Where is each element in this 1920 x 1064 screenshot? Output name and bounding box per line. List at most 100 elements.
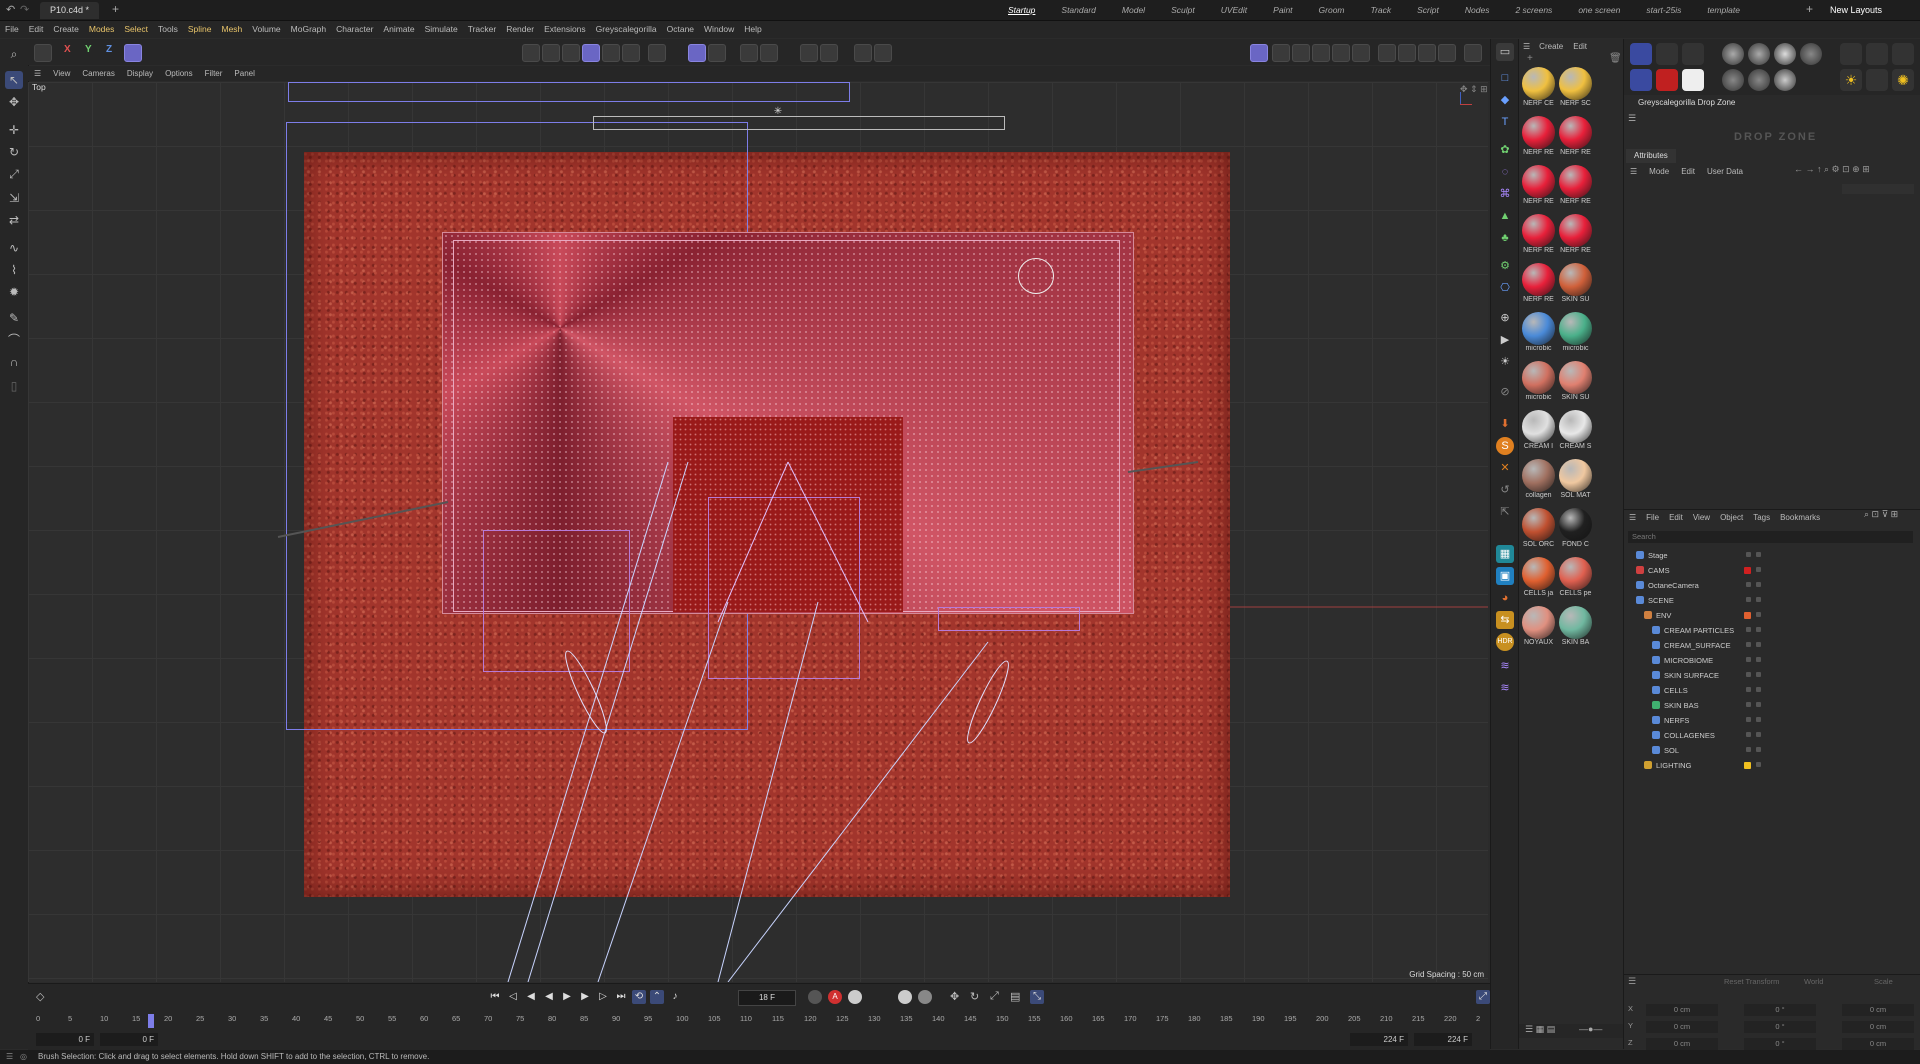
live-select-icon[interactable]: ✥ [5,93,23,111]
move-icon[interactable]: ✛ [5,121,23,139]
material-swatch[interactable]: NERF SC [1558,67,1593,114]
octane-render-icon[interactable] [1398,44,1416,62]
octane-settings-icon[interactable] [1438,44,1456,62]
layout-tab-one-screen[interactable]: one screen [1565,0,1633,20]
layout-tab-paint[interactable]: Paint [1260,0,1305,20]
visibility-dot[interactable] [1756,552,1761,557]
visibility-dot[interactable] [1756,567,1761,572]
knife-icon[interactable]: ⌇ [5,261,23,279]
gsg-checker-icon[interactable] [1682,69,1704,91]
object-row[interactable]: MICROBIOME [1624,654,1920,667]
prev-frame-icon[interactable]: ◀ [524,990,538,1004]
viewport-menu-options[interactable]: Options [159,69,199,78]
material-swatch[interactable]: NERF RE [1521,165,1556,212]
texture-mode-icon[interactable] [602,44,620,62]
axis-x-toggle[interactable]: X [64,44,71,55]
coordinate-size-field[interactable]: 0 cm [1842,1021,1914,1033]
material-swatch[interactable]: NERF RE [1558,214,1593,261]
material-swatch[interactable]: SOL MAT [1558,459,1593,506]
attributes-menu-user-data[interactable]: User Data [1701,167,1749,176]
layout-tab-sculpt[interactable]: Sculpt [1158,0,1208,20]
deformer-icon[interactable]: ▲ [1496,207,1514,225]
menu-modes[interactable]: Modes [84,21,120,38]
sound-icon[interactable]: ♪ [668,990,682,1004]
menu-mograph[interactable]: MoGraph [286,21,331,38]
position-key-icon[interactable]: ✥ [950,990,959,1003]
menu-extensions[interactable]: Extensions [539,21,591,38]
solo-icon[interactable] [648,44,666,62]
material-swatch[interactable]: CREAM I [1521,410,1556,457]
octane-scatter-icon[interactable] [1378,44,1396,62]
object-row[interactable]: NERFS [1624,714,1920,727]
gsg-light-3-icon[interactable] [1892,43,1914,65]
new-tab-icon[interactable]: + [112,2,119,16]
material-swatch[interactable]: SKIN SU [1558,361,1593,408]
material-swatch[interactable]: SKIN SU [1558,263,1593,310]
add-layout-icon[interactable]: + [1806,2,1813,16]
visibility-dot[interactable] [1756,687,1761,692]
gsg-sphere-5-icon[interactable] [1722,69,1744,91]
axis-z-toggle[interactable]: Z [106,44,112,55]
visibility-dot[interactable] [1756,747,1761,752]
brush-icon[interactable]: ✎ [5,309,23,327]
paint-icon[interactable]: ⌒ [5,331,23,349]
object-row[interactable]: Stage [1624,549,1920,562]
forester-icon[interactable]: ✕ [1496,459,1514,477]
gsg-sphere-3-icon[interactable] [1774,43,1796,65]
menu-volume[interactable]: Volume [247,21,285,38]
undo-icon[interactable]: ↶ [6,3,15,16]
visibility-dot[interactable] [1756,597,1761,602]
new-layouts-button[interactable]: New Layouts [1830,0,1882,20]
preview-start-field[interactable]: 0 F [100,1033,158,1046]
object-row[interactable]: LIGHTING [1624,759,1920,772]
visibility-dot[interactable] [1756,762,1761,767]
octane-help-icon[interactable] [1464,44,1482,62]
object-menu-file[interactable]: File [1641,513,1664,522]
motion-record-icon[interactable] [898,990,912,1004]
layout-tab-model[interactable]: Model [1109,0,1158,20]
model-mode-icon[interactable] [582,44,600,62]
coordinates-menu-icon[interactable]: ☰ [1628,976,1636,987]
visibility-dot[interactable] [1756,612,1761,617]
object-menu-tags[interactable]: Tags [1748,513,1775,522]
environment-icon[interactable]: ⊕ [1496,309,1514,327]
layout-grid-icon[interactable]: ▦ [1496,545,1514,563]
points-mode-icon[interactable] [522,44,540,62]
material-swatch[interactable]: SOL ORC [1521,508,1556,555]
end-frame-field[interactable]: 224 F [1414,1033,1472,1046]
coordinate-rot-field[interactable]: 0 ° [1744,1021,1816,1033]
start-frame-field[interactable]: 0 F [36,1033,94,1046]
octane-film-icon[interactable] [1418,44,1436,62]
menu-octane[interactable]: Octane [662,21,699,38]
hdr-icon[interactable]: HDR [1496,633,1514,651]
spline-icon[interactable]: ◌ [1496,163,1514,181]
gsg-studio-icon[interactable] [1866,69,1888,91]
coordinate-system-icon[interactable] [124,44,142,62]
redo-icon[interactable]: ↷ [20,3,29,16]
object-row[interactable]: CREAM PARTICLES [1624,624,1920,637]
menu-select[interactable]: Select [119,21,153,38]
material-swatch[interactable]: NERF RE [1521,263,1556,310]
layout-tab-groom[interactable]: Groom [1306,0,1358,20]
gsg-render-icon[interactable] [1656,69,1678,91]
select-tool-icon[interactable]: ↖ [5,71,23,89]
layout-tab-nodes[interactable]: Nodes [1452,0,1503,20]
menu-character[interactable]: Character [331,21,378,38]
lock-icon[interactable]: ▯ [5,377,23,395]
gsg-light-2-icon[interactable] [1866,43,1888,65]
field-icon[interactable]: ⎔ [1496,279,1514,297]
document-tab[interactable]: P10.c4d * [40,2,100,19]
object-menu-view[interactable]: View [1688,513,1715,522]
rotate-icon[interactable]: ↻ [5,143,23,161]
octane-live-icon[interactable] [1250,44,1268,62]
layout-tab-uvedit[interactable]: UVEdit [1208,0,1260,20]
material-swatch[interactable]: NERF RE [1558,116,1593,163]
axis-y-toggle[interactable]: Y [85,44,92,55]
material-swatch[interactable]: CELLS pe [1558,557,1593,604]
visibility-dot[interactable] [1756,702,1761,707]
layout-tab-startup[interactable]: Startup [995,0,1048,20]
gsg-light-1-icon[interactable] [1840,43,1862,65]
object-row[interactable]: OctaneCamera [1624,579,1920,592]
gsg-contrast-icon[interactable] [1630,69,1652,91]
layers-alt-icon[interactable]: ≋ [1496,679,1514,697]
